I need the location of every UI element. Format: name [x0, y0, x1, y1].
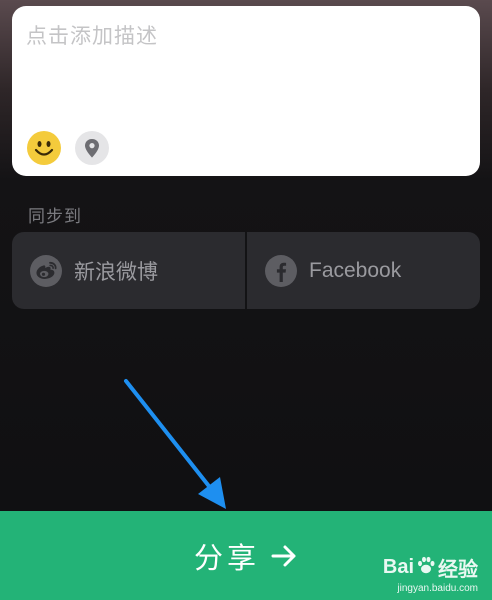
share-button[interactable]: 分享 Bai 经验 jingyan.baidu.com: [0, 511, 492, 600]
share-screen: 点击添加描述 同步到 新浪微博 Facebook 分享 Bai 经验 jingy…: [0, 0, 492, 600]
facebook-icon: [265, 254, 297, 287]
location-button[interactable]: [75, 131, 109, 165]
paw-icon: [415, 554, 437, 582]
facebook-label: Facebook: [309, 258, 402, 282]
watermark-brand-suffix: 经验: [438, 559, 478, 581]
share-button-label: 分享: [193, 540, 260, 575]
watermark-logo: Bai 经验: [383, 553, 478, 582]
smiley-icon: [34, 141, 54, 156]
description-card[interactable]: 点击添加描述: [12, 6, 480, 176]
weibo-icon: [30, 254, 62, 287]
sync-option-facebook[interactable]: Facebook: [245, 232, 480, 309]
emoji-button[interactable]: [27, 131, 61, 165]
sync-to-label: 同步到: [28, 207, 82, 227]
baidu-jingyan-watermark: Bai 经验 jingyan.baidu.com: [383, 553, 478, 594]
arrow-right-icon: [270, 542, 298, 570]
description-placeholder[interactable]: 点击添加描述: [26, 20, 158, 50]
watermark-url: jingyan.baidu.com: [397, 583, 478, 594]
weibo-label: 新浪微博: [74, 260, 158, 284]
location-pin-icon: [85, 139, 99, 158]
sync-options-panel: 新浪微博 Facebook: [12, 232, 480, 309]
watermark-brand: Bai: [382, 556, 414, 578]
sync-option-weibo[interactable]: 新浪微博: [12, 232, 245, 309]
